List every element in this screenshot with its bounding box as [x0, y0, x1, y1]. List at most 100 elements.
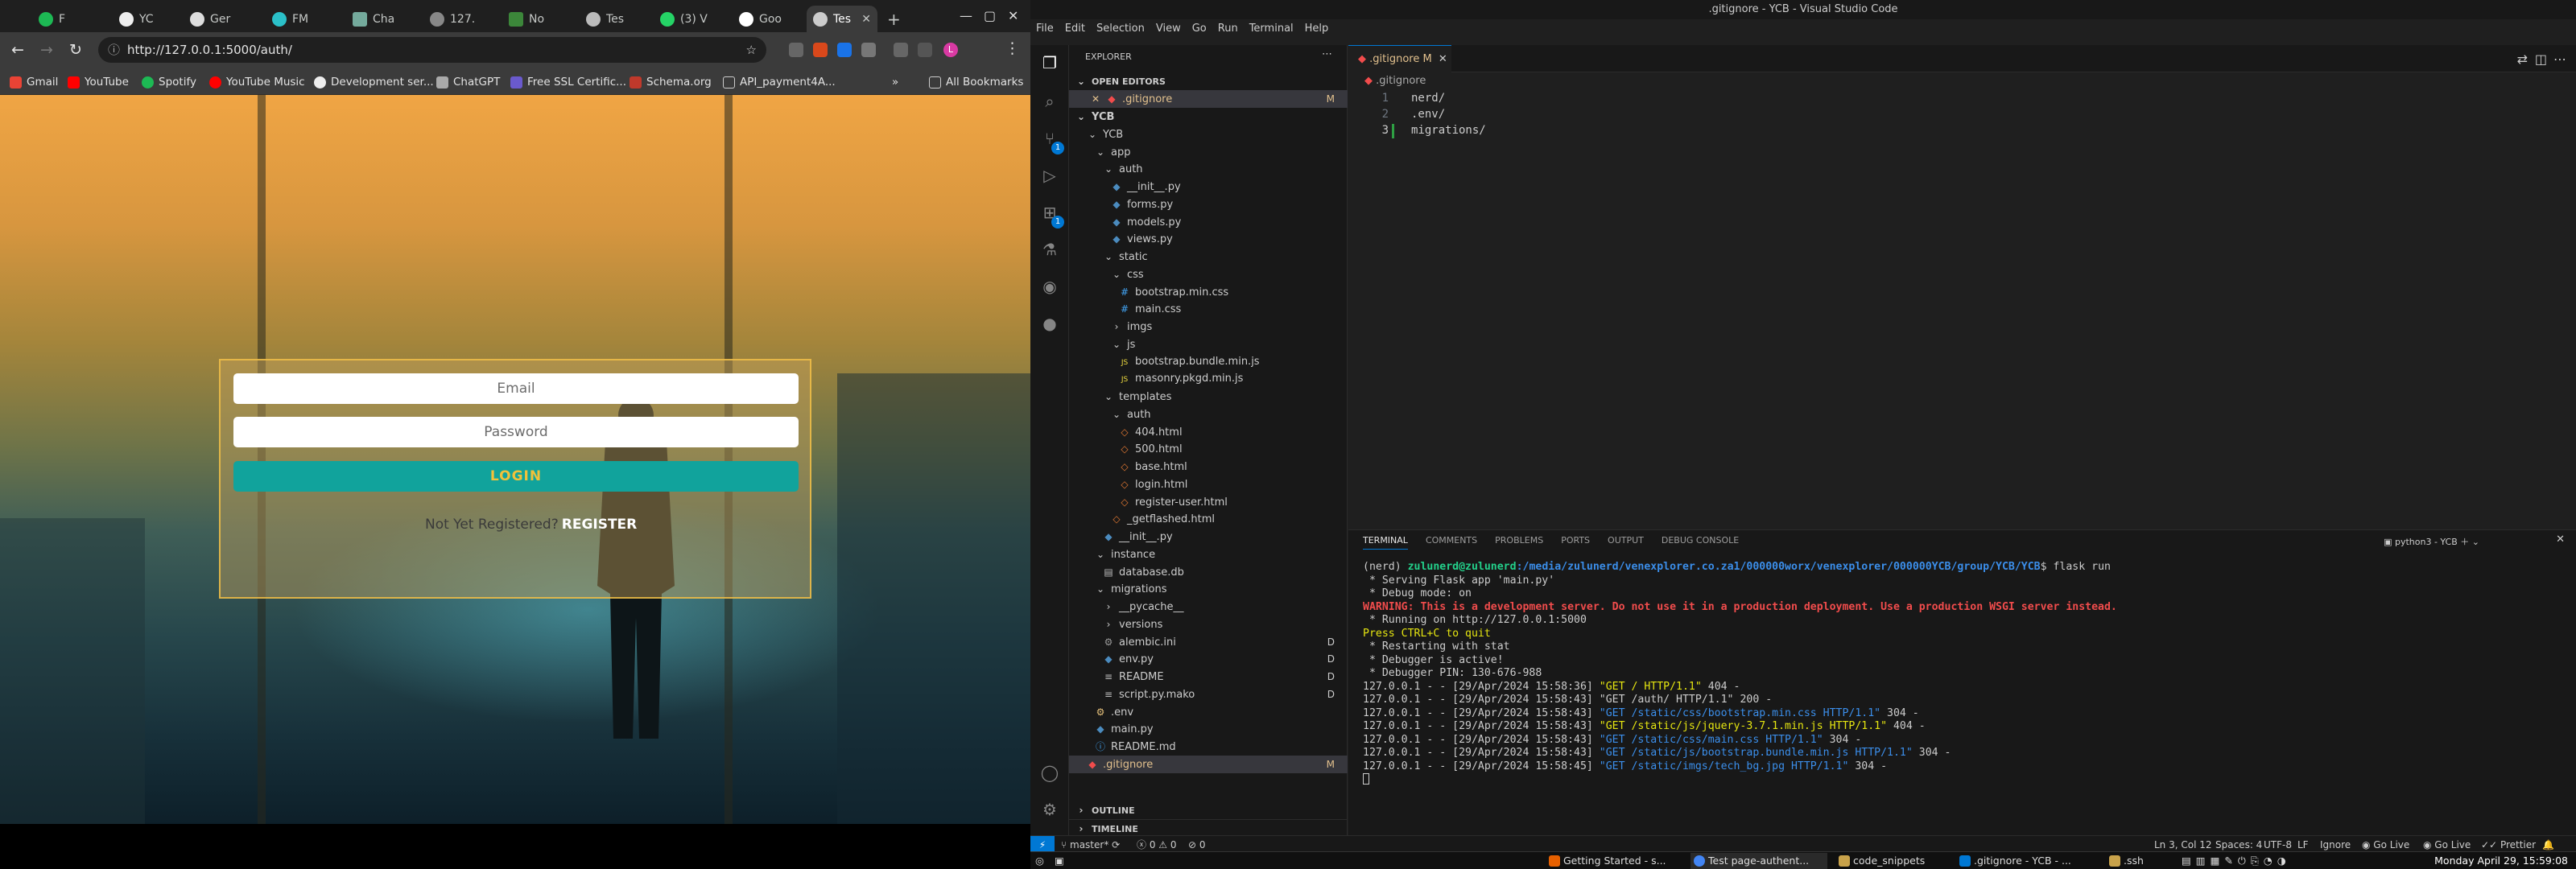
more-actions-icon[interactable]: ⋯ — [1322, 48, 1332, 60]
bookmark-api-payment[interactable]: API_payment4A... — [723, 74, 836, 90]
cast-icon[interactable] — [894, 43, 908, 57]
tree-file[interactable]: # bootstrap.min.css — [1069, 283, 1348, 301]
tree-file[interactable]: ≡ README D — [1069, 668, 1348, 686]
register-link[interactable]: REGISTER — [562, 517, 638, 533]
remote-explorer-icon[interactable]: ◉ — [1040, 277, 1059, 296]
tree-file[interactable]: ◆ views.py — [1069, 230, 1348, 248]
app-menu-icon[interactable]: ◎ — [1035, 852, 1044, 869]
tree-file[interactable]: ◇ _getflashed.html — [1069, 510, 1348, 528]
tree-file[interactable]: ◇ login.html — [1069, 476, 1348, 493]
tree-file[interactable]: ◆ models.py — [1069, 213, 1348, 231]
tree-file[interactable]: JS masonry.pkgd.min.js — [1069, 370, 1348, 388]
tree-file[interactable]: ◇ base.html — [1069, 458, 1348, 476]
tree-folder[interactable]: ⌄ auth — [1069, 160, 1348, 178]
close-tab-icon[interactable]: ✕ — [861, 13, 871, 26]
menu-run[interactable]: Run — [1212, 23, 1244, 40]
tree-file[interactable]: ◆ .gitignore M — [1069, 755, 1348, 773]
terminal-selector[interactable]: ▣ python3 - YCB ＋ ⌄ — [2384, 535, 2479, 548]
taskbar-window[interactable]: code_snippets — [1835, 853, 1956, 869]
tree-file[interactable]: ◇ 500.html — [1069, 440, 1348, 458]
tree-file[interactable]: ⓘ README.md — [1069, 738, 1348, 756]
terminal-output[interactable]: (nerd) zulunerd@zulunerd:/media/zulunerd… — [1363, 561, 2562, 787]
tab-comments[interactable]: COMMENTS — [1426, 535, 1477, 550]
back-icon[interactable]: ← — [11, 41, 24, 59]
login-button[interactable]: LOGIN — [233, 461, 799, 492]
bookmark-schema[interactable]: Schema.org — [630, 74, 712, 90]
browser-tab[interactable]: F — [32, 6, 77, 32]
browser-tab[interactable]: FM — [266, 6, 322, 32]
taskbar-window[interactable]: Getting Started - s... — [1546, 853, 1682, 869]
tree-folder[interactable]: ⌄ YCB — [1069, 108, 1348, 126]
code-editor[interactable]: 1 nerd/ 2 .env/ 3 migrations/ — [1348, 90, 2576, 525]
tree-file[interactable]: ◇ register-user.html — [1069, 493, 1348, 511]
split-editor-icon[interactable]: ◫ — [2535, 51, 2547, 67]
github-icon[interactable]: ● — [1040, 314, 1059, 333]
tab-problems[interactable]: PROBLEMS — [1495, 535, 1543, 550]
open-changes-icon[interactable]: ⇄ — [2517, 51, 2528, 67]
system-tray[interactable]: ▤▥▦✎⏻⎘◔◑ — [2182, 852, 2291, 869]
tab-output[interactable]: OUTPUT — [1608, 535, 1644, 550]
add-terminal-icon[interactable]: ＋ ⌄ — [2458, 537, 2479, 547]
tree-file[interactable]: ◆ __init__.py — [1069, 178, 1348, 196]
url-text[interactable]: http://127.0.0.1:5000/auth/ — [127, 43, 292, 57]
tree-folder[interactable]: › versions — [1069, 616, 1348, 633]
open-editors-header[interactable]: ⌄ OPEN EDITORS — [1069, 72, 1348, 90]
tree-folder[interactable]: ⌄ migrations — [1069, 580, 1348, 598]
browser-tab[interactable]: Goo — [733, 6, 797, 32]
tree-file[interactable]: ≡ script.py.mako D — [1069, 686, 1348, 703]
close-icon[interactable]: ✕ — [1439, 53, 1447, 65]
testing-icon[interactable]: ⚗ — [1040, 240, 1059, 259]
browser-tab[interactable]: Cha — [346, 6, 404, 32]
browser-tab[interactable]: (3) V — [654, 6, 718, 32]
breadcrumb-item[interactable]: .gitignore — [1376, 75, 1426, 87]
site-info-icon[interactable]: ⓘ — [108, 37, 120, 63]
menu-go[interactable]: Go — [1187, 23, 1212, 40]
tree-folder[interactable]: ⌄ static — [1069, 248, 1348, 266]
browser-tab[interactable]: No — [502, 6, 560, 32]
more-bookmarks-button[interactable]: » — [892, 74, 898, 90]
browser-tab[interactable]: Ger — [184, 6, 240, 32]
forward-icon[interactable]: → — [40, 41, 53, 59]
bookmark-development-server[interactable]: Development ser... — [314, 74, 434, 90]
all-bookmarks-button[interactable]: All Bookmarks — [929, 74, 1023, 90]
tree-folder[interactable]: ⌄ YCB — [1069, 126, 1348, 143]
timeline-header[interactable]: › TIMELINE — [1069, 819, 1348, 837]
search-icon[interactable]: ⌕ — [1040, 92, 1059, 111]
tree-folder[interactable]: ⌄ auth — [1069, 406, 1348, 423]
tree-file[interactable]: ◆ main.py — [1069, 720, 1348, 738]
close-window-icon[interactable]: ✕ — [1008, 8, 1018, 23]
more-actions-icon[interactable]: ⋯ — [2553, 51, 2566, 67]
explorer-icon[interactable]: ❐ — [1040, 53, 1059, 72]
tab-ports[interactable]: PORTS — [1561, 535, 1590, 550]
menu-edit[interactable]: Edit — [1059, 23, 1091, 40]
tree-folder[interactable]: › imgs — [1069, 318, 1348, 336]
tab-terminal[interactable]: TERMINAL — [1363, 535, 1408, 550]
menu-selection[interactable]: Selection — [1091, 23, 1150, 40]
close-panel-icon[interactable]: ✕ — [2556, 533, 2565, 546]
terminal-app-icon[interactable]: ▣ — [1055, 852, 1064, 869]
tree-file[interactable]: ◆ env.py D — [1069, 650, 1348, 668]
bookmark-spotify[interactable]: Spotify — [142, 74, 196, 90]
browser-tab[interactable]: Tes — [580, 6, 638, 32]
tab-debug-console[interactable]: DEBUG CONSOLE — [1662, 535, 1739, 550]
menu-view[interactable]: View — [1150, 23, 1187, 40]
tree-file[interactable]: ⚙ .env — [1069, 703, 1348, 721]
extension-icon[interactable] — [813, 43, 828, 57]
reload-icon[interactable]: ↻ — [69, 41, 82, 59]
email-input[interactable]: Email — [233, 373, 799, 404]
taskbar-window-active[interactable]: Test page-authent... — [1690, 853, 1827, 869]
bookmark-chatgpt[interactable]: ChatGPT — [436, 74, 500, 90]
bookmark-youtube-music[interactable]: YouTube Music — [209, 74, 305, 90]
maximize-icon[interactable]: ▢ — [984, 8, 996, 23]
extension-icon[interactable] — [837, 43, 852, 57]
bookmark-gmail[interactable]: Gmail — [10, 74, 58, 90]
address-bar[interactable]: ⓘ http://127.0.0.1:5000/auth/ ☆ — [98, 37, 766, 63]
open-editor-item[interactable]: ✕ ◆ .gitignore M — [1069, 90, 1348, 108]
new-tab-button[interactable]: + — [881, 6, 905, 32]
menu-terminal[interactable]: Terminal — [1244, 23, 1299, 40]
menu-file[interactable]: File — [1030, 23, 1059, 40]
tree-folder[interactable]: › __pycache__ — [1069, 598, 1348, 616]
taskbar-window[interactable]: .ssh — [2106, 853, 2170, 869]
tree-file[interactable]: # main.css — [1069, 300, 1348, 318]
tree-file[interactable]: ◆ forms.py — [1069, 196, 1348, 213]
